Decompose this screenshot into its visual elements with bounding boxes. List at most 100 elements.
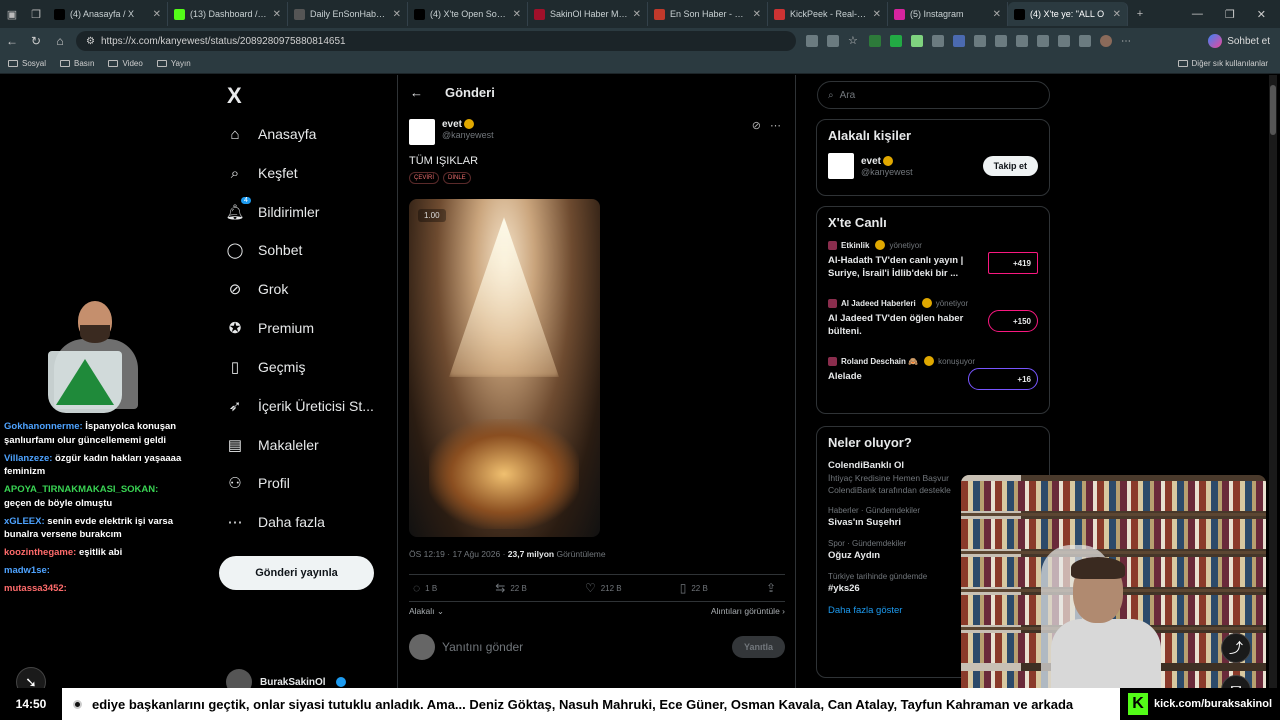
- extension-icon[interactable]: [974, 35, 986, 47]
- browser-tab[interactable]: (4) X'te Open Source In ✕: [408, 2, 528, 26]
- extension-icon[interactable]: [1079, 35, 1091, 47]
- browser-tab[interactable]: (4) Anasayfa / X ✕: [48, 2, 168, 26]
- browser-tab[interactable]: KickPeek - Real-time UI ✕: [768, 2, 888, 26]
- extension-icon[interactable]: [827, 35, 839, 47]
- extension-icon[interactable]: [806, 35, 818, 47]
- new-tab-button[interactable]: +: [1128, 0, 1152, 28]
- bookmark-folder-basin[interactable]: Basın: [60, 59, 94, 68]
- close-tab-icon[interactable]: ✕: [633, 9, 641, 20]
- reply-input[interactable]: Yanıtını gönder: [442, 640, 725, 654]
- nav-item-rocket[interactable]: ➶ İçerik Üreticisi St...: [226, 394, 374, 418]
- nav-item-bell[interactable]: 🔔︎ 4 Bildirimler: [225, 197, 319, 224]
- chat-username[interactable]: Gokhanonnerme:: [4, 421, 83, 432]
- post-button[interactable]: Gönderi yayınla: [219, 556, 374, 590]
- related-dropdown[interactable]: Alakalı ⌄: [409, 606, 444, 617]
- close-tab-icon[interactable]: ✕: [1113, 9, 1121, 20]
- reply-button[interactable]: ◌ 1 B: [413, 581, 437, 595]
- close-tab-icon[interactable]: ✕: [513, 9, 521, 20]
- nav-item-search[interactable]: ⌕ Keşfet: [226, 161, 298, 185]
- browser-tab[interactable]: (13) Dashboard / Stream ✕: [168, 2, 288, 26]
- live-space-item[interactable]: Al Jadeed Haberleri yönetiyor Al Jadeed TV…: [828, 298, 1038, 356]
- collections-icon[interactable]: [1058, 35, 1070, 47]
- favorites-icon[interactable]: [1037, 35, 1049, 47]
- nav-item-premium[interactable]: ✪ Premium: [226, 316, 314, 340]
- browser-tab[interactable]: (5) Instagram ✕: [888, 2, 1008, 26]
- bookmark-folder-yayin[interactable]: Yayın: [156, 59, 191, 68]
- account-switcher[interactable]: BurakSakinOl: [226, 669, 346, 688]
- nav-item-home[interactable]: ⌂ Anasayfa: [226, 122, 316, 146]
- profile-switcher-icon[interactable]: ▣: [0, 0, 24, 28]
- extension-icon[interactable]: [932, 35, 944, 47]
- share-button[interactable]: ⇪: [766, 581, 781, 595]
- repost-button[interactable]: ⇆ 22 B: [495, 581, 527, 595]
- post-time[interactable]: ÖS 12:19 · 17 Ağu 2026 ·: [409, 549, 505, 559]
- close-tab-icon[interactable]: ✕: [153, 9, 161, 20]
- site-info-icon[interactable]: ⚙: [86, 36, 95, 47]
- author-handle[interactable]: @kanyewest: [442, 130, 494, 140]
- browser-tab[interactable]: (4) X'te ye: "ALL O ✕: [1008, 2, 1128, 26]
- close-tab-icon[interactable]: ✕: [873, 9, 881, 20]
- other-favorites[interactable]: Diğer sık kullanılanlar: [1177, 59, 1268, 68]
- grok-icon[interactable]: ⊘: [752, 119, 761, 132]
- search-input[interactable]: ⌕ Ara: [817, 81, 1050, 109]
- post-video[interactable]: 1.00: [409, 199, 600, 537]
- split-screen-icon[interactable]: [1016, 35, 1028, 47]
- chat-username[interactable]: APOYA_TIRNAKMAKASI_SOKAN:: [4, 484, 158, 495]
- bookmark-folder-sosyal[interactable]: Sosyal: [8, 59, 46, 68]
- chat-username[interactable]: Villanzeze:: [4, 453, 52, 464]
- extension-icon[interactable]: [911, 35, 923, 47]
- translate-chip[interactable]: ÇEVİRİ: [409, 172, 440, 184]
- extension-icon[interactable]: [953, 35, 965, 47]
- close-tab-icon[interactable]: ✕: [753, 9, 761, 20]
- chat-username[interactable]: koozinthegame:: [4, 547, 76, 558]
- grok-fab-icon[interactable]: ⤴: [1221, 633, 1251, 663]
- bookmark-folder-video[interactable]: Video: [108, 59, 143, 68]
- close-tab-icon[interactable]: ✕: [993, 9, 1001, 20]
- like-button[interactable]: ♡ 212 B: [585, 581, 622, 595]
- scrollbar-thumb[interactable]: [1270, 85, 1276, 135]
- close-tab-icon[interactable]: ✕: [273, 9, 281, 20]
- more-options-icon[interactable]: ⋯: [770, 119, 781, 132]
- nav-item-grok[interactable]: ⊘ Grok: [226, 277, 289, 301]
- back-icon[interactable]: ←: [0, 34, 24, 48]
- browser-tab[interactable]: En Son Haber - Haberle ✕: [648, 2, 768, 26]
- view-quotes-link[interactable]: Alıntıları görüntüle ›: [711, 606, 785, 617]
- bookmark-button[interactable]: ▯ 22 B: [680, 581, 708, 595]
- extension-icon[interactable]: [995, 35, 1007, 47]
- nav-item-articles[interactable]: ▤ Makaleler: [226, 433, 319, 457]
- nav-item-profile[interactable]: ⚇ Profil: [226, 471, 290, 495]
- person-name[interactable]: evet: [861, 156, 881, 167]
- tab-actions-icon[interactable]: ❐: [24, 0, 48, 28]
- home-icon[interactable]: ⌂: [48, 34, 72, 48]
- chat-username[interactable]: mutassa3452:: [4, 583, 67, 594]
- reply-button[interactable]: Yanıtla: [731, 636, 785, 658]
- avatar[interactable]: [409, 119, 435, 145]
- url-field[interactable]: ⚙ https://x.com/kanyewest/status/2089280…: [76, 31, 796, 51]
- browser-tab[interactable]: SakinOl Haber Merkezi ✕: [528, 2, 648, 26]
- live-space-item[interactable]: Etkinlik yönetiyor Al-Hadath TV'den canlı …: [828, 240, 1038, 298]
- back-arrow-icon[interactable]: ←: [410, 85, 423, 100]
- follow-button[interactable]: Takip et: [982, 156, 1038, 176]
- minimize-icon[interactable]: —: [1192, 8, 1203, 21]
- chat-username[interactable]: madw1se:: [4, 565, 50, 576]
- extension-icon[interactable]: [869, 35, 881, 47]
- author-name[interactable]: evet: [442, 119, 462, 130]
- extension-icon[interactable]: [890, 35, 902, 47]
- x-logo[interactable]: X: [227, 83, 242, 109]
- listen-chip[interactable]: DİNLE: [443, 172, 471, 184]
- close-window-icon[interactable]: ✕: [1257, 8, 1266, 21]
- chevron-icon[interactable]: ➘: [16, 667, 46, 688]
- copilot-button[interactable]: Sohbet et: [1208, 34, 1270, 48]
- live-space-item[interactable]: Roland Deschain 🙈 konuşuyor Alelade +16: [828, 356, 1038, 414]
- maximize-icon[interactable]: ❐: [1225, 8, 1235, 21]
- refresh-icon[interactable]: ↻: [24, 34, 48, 48]
- avatar[interactable]: [1100, 35, 1112, 47]
- nav-item-bookmark[interactable]: ▯ Geçmiş: [226, 355, 306, 379]
- more-options-icon[interactable]: ⋯: [1121, 36, 1131, 47]
- page-scrollbar[interactable]: [1269, 75, 1277, 688]
- close-tab-icon[interactable]: ✕: [393, 9, 401, 20]
- favorite-star-icon[interactable]: ☆: [848, 35, 860, 47]
- nav-item-chat[interactable]: ◯ Sohbet: [226, 238, 303, 262]
- chat-username[interactable]: xGLEEX:: [4, 516, 45, 527]
- nav-item-more[interactable]: ⋯ Daha fazla: [226, 510, 325, 534]
